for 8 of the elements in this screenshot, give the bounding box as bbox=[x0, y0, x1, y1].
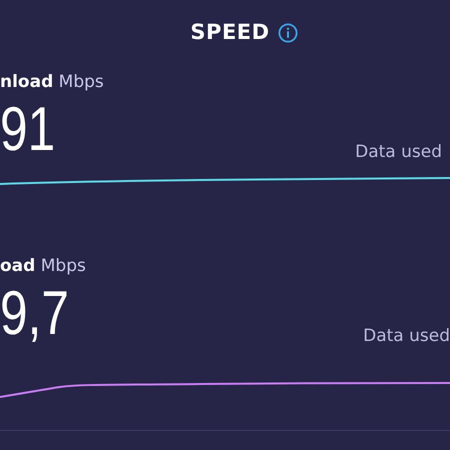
speed-value: 9,7 bbox=[0, 283, 69, 345]
screen-title: SPEED bbox=[190, 19, 270, 46]
speed-value: 91 bbox=[0, 99, 56, 161]
data-used-label: Data used bbox=[363, 324, 450, 348]
metric-label: oad Mbps bbox=[0, 258, 87, 275]
data-used-label: Data used bbox=[355, 140, 442, 164]
metric-label: nload Mbps bbox=[0, 74, 105, 91]
info-icon[interactable] bbox=[278, 23, 298, 43]
